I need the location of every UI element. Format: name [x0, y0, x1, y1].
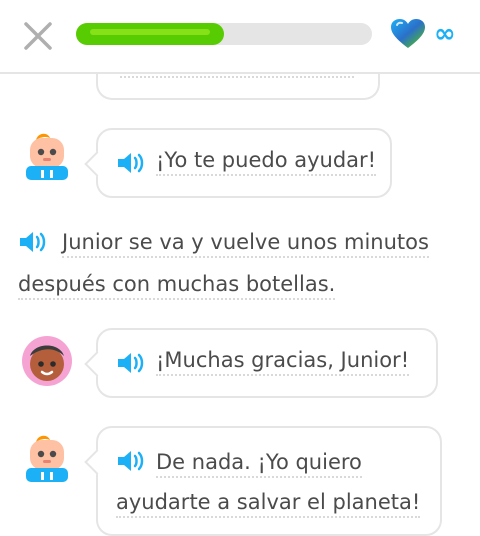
infinity-icon: ∞	[434, 19, 456, 49]
close-icon[interactable]	[22, 20, 54, 52]
dialogue-text[interactable]: ¡Muchas gracias, Junior!	[156, 346, 410, 376]
speaker-icon[interactable]	[116, 151, 146, 175]
header-divider	[0, 72, 480, 74]
speech-bubble-3: De nada. ¡Yo quiero ayudarte a salvar el…	[84, 426, 442, 536]
top-bar: ∞	[0, 0, 480, 72]
bubble-tail	[84, 351, 110, 377]
speech-bubble-1: ¡Yo te puedo ayudar!	[84, 128, 392, 198]
dialogue-text[interactable]: ¡Yo te puedo ayudar!	[156, 146, 377, 176]
dialogue-text-line-1[interactable]: De nada. ¡Yo quiero	[156, 448, 362, 478]
junior-avatar	[26, 435, 68, 482]
narration-line-1[interactable]: Junior se va y vuelve unos minutos	[62, 228, 429, 258]
lesson-progress-bar	[76, 23, 372, 45]
lily-avatar	[22, 336, 72, 386]
speaker-icon[interactable]	[18, 230, 48, 254]
junior-avatar	[26, 133, 68, 180]
speech-bubble-2: ¡Muchas gracias, Junior!	[84, 328, 438, 398]
heart-icon[interactable]	[390, 18, 426, 50]
dotted-underline	[120, 76, 354, 78]
bubble-tail	[84, 151, 110, 177]
progress-fill	[76, 23, 224, 45]
narration-line-2[interactable]: después con muchas botellas.	[18, 270, 336, 300]
speaker-icon[interactable]	[116, 351, 146, 375]
speaker-icon[interactable]	[116, 449, 146, 473]
bubble-tail	[84, 449, 110, 475]
dialogue-text-line-2[interactable]: ayudarte a salvar el planeta!	[116, 488, 421, 518]
progress-shine	[90, 29, 210, 35]
